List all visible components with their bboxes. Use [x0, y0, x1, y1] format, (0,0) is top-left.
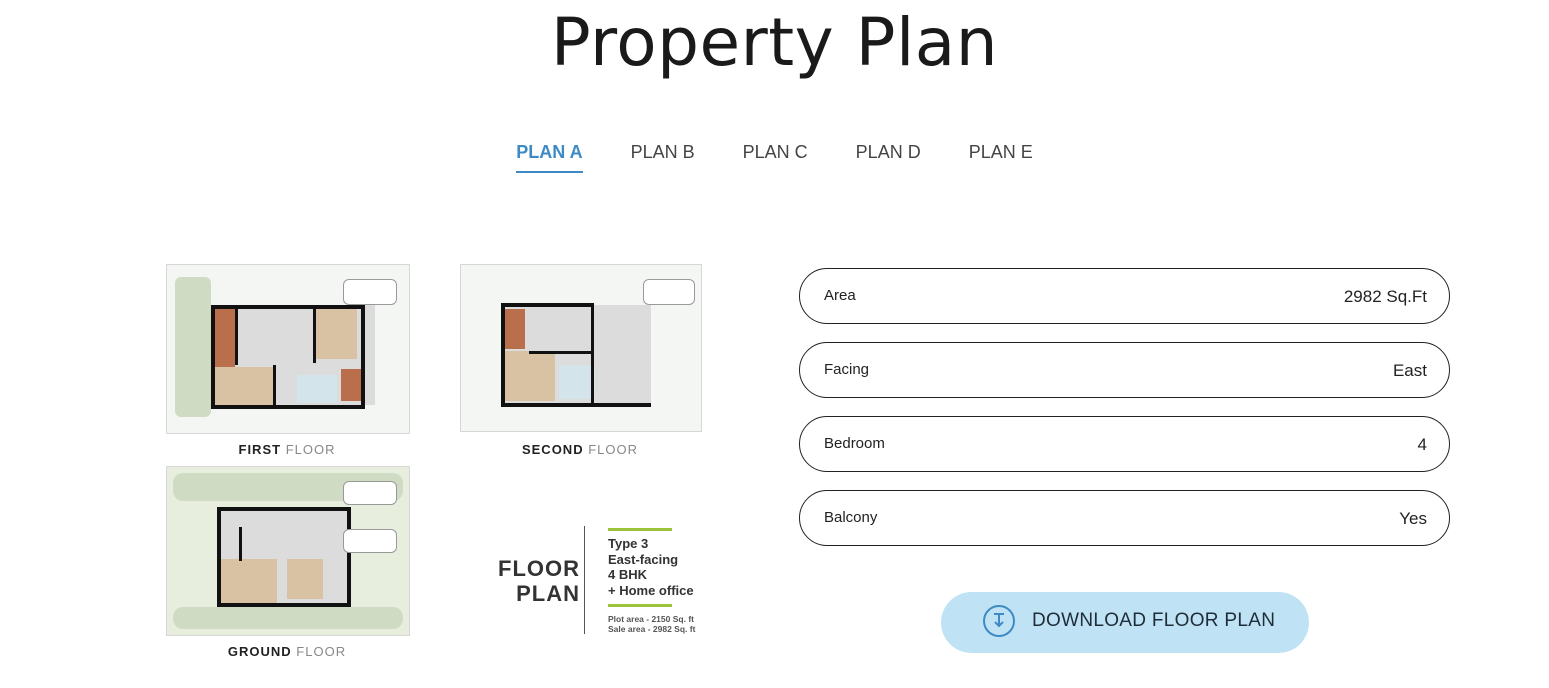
detail-value: East: [1392, 361, 1427, 380]
tab-plan-e[interactable]: PLAN E: [969, 142, 1033, 173]
page-title: Property Plan: [550, 4, 999, 81]
ground-floor-caption: GROUND FLOOR: [227, 644, 347, 659]
floor-plan-legend: FLOOR PLAN Type 3 East-facing 4 BHK + Ho…: [476, 526, 726, 636]
legend-divider: [584, 526, 585, 634]
detail-row-area: Area 2982 Sq.Ft: [799, 268, 1450, 324]
detail-label: Area: [824, 287, 856, 304]
ground-floor-plan: [166, 466, 410, 636]
tab-plan-b[interactable]: PLAN B: [631, 142, 695, 173]
plan-tabs: PLAN A PLAN B PLAN C PLAN D PLAN E: [0, 142, 1549, 173]
detail-label: Balcony: [824, 509, 878, 526]
detail-row-balcony: Balcony Yes: [799, 490, 1450, 546]
download-icon: [983, 605, 1015, 637]
plan-area-info: Plot area - 2150 Sq. ft Sale area - 2982…: [608, 614, 696, 634]
first-floor-caption: FIRST FLOOR: [238, 442, 336, 457]
detail-value: 2982 Sq.Ft: [1343, 287, 1427, 306]
property-details: Area 2982 Sq.Ft Facing East Bedroom 4 Ba…: [799, 268, 1450, 564]
second-floor-caption: SECOND FLOOR: [521, 442, 639, 457]
detail-value: Yes: [1399, 509, 1427, 528]
legend-accent-top: [608, 528, 672, 531]
detail-row-bedroom: Bedroom 4: [799, 416, 1450, 472]
download-floor-plan-button[interactable]: DOWNLOAD FLOOR PLAN: [941, 592, 1309, 653]
tab-plan-c[interactable]: PLAN C: [743, 142, 808, 173]
download-label: DOWNLOAD FLOOR PLAN: [1032, 610, 1276, 631]
detail-row-facing: Facing East: [799, 342, 1450, 398]
first-floor-plan: [166, 264, 410, 434]
plan-type-description: Type 3 East-facing 4 BHK + Home office: [608, 536, 694, 598]
tab-plan-d[interactable]: PLAN D: [856, 142, 921, 173]
floor-plan-image: FIRST FLOOR SECOND FLOOR GROUND FLOOR FL…: [160, 258, 720, 678]
detail-label: Bedroom: [824, 435, 885, 452]
tab-plan-a[interactable]: PLAN A: [516, 142, 583, 173]
detail-value: 4: [1417, 435, 1427, 454]
legend-accent-bottom: [608, 604, 672, 607]
detail-label: Facing: [824, 361, 870, 378]
floor-plan-title: FLOOR PLAN: [498, 556, 580, 606]
second-floor-plan: [460, 264, 702, 432]
